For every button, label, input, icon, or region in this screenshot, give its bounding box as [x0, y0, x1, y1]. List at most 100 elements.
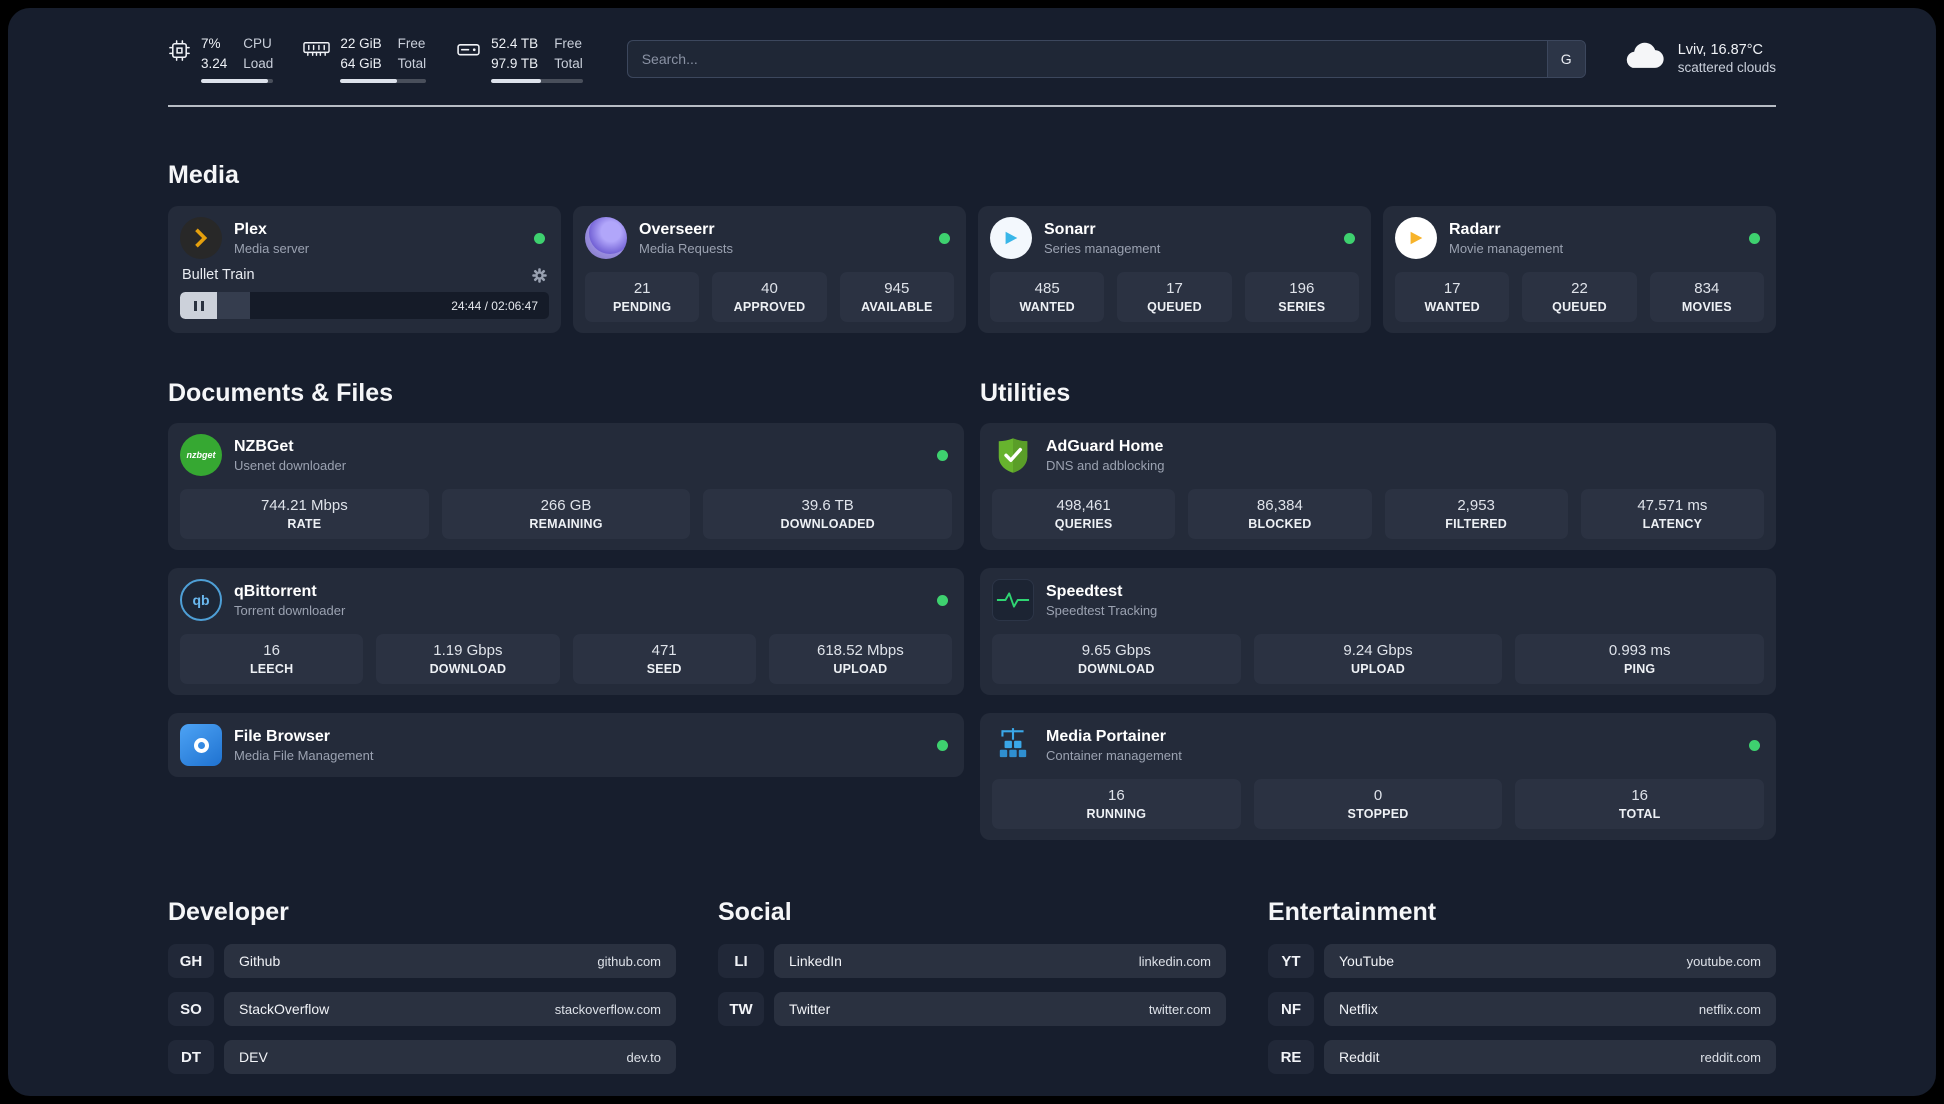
bookmark-bar: Twitter twitter.com: [774, 992, 1226, 1027]
stat-value: 40: [761, 280, 778, 298]
stat-queued: 17 QUEUED: [1117, 272, 1232, 323]
bookmark-bar: StackOverflow stackoverflow.com: [224, 992, 676, 1027]
stats-row: 485 WANTED 17 QUEUED 196 SERIES: [990, 272, 1359, 323]
stat-stopped: 0 STOPPED: [1253, 779, 1503, 830]
bookmark-url: twitter.com: [1148, 1001, 1211, 1017]
bookmark-group-developer: Developer GH Github github.com SO StackO…: [168, 898, 676, 1088]
bookmark-netflix[interactable]: NF Netflix netflix.com: [1268, 992, 1776, 1027]
bookmark-abbr: SO: [168, 992, 214, 1027]
weather-condition: scattered clouds: [1677, 60, 1776, 76]
stat-label: MOVIES: [1681, 300, 1732, 315]
app-texts: Media Portainer Container management: [1046, 728, 1737, 763]
app-card-portainer[interactable]: Media Portainer Container management 16 …: [980, 713, 1776, 841]
stat-label: RATE: [287, 517, 322, 532]
cloud-icon: [1622, 41, 1666, 77]
app-card-qbittorrent[interactable]: qb qBittorrent Torrent downloader 16 LEE…: [168, 568, 964, 696]
app-texts: NZBGet Usenet downloader: [234, 438, 925, 473]
app-card-nzbget[interactable]: nzbget NZBGet Usenet downloader 744.21 M…: [168, 423, 964, 551]
radarr-icon: [1395, 217, 1437, 260]
stats-row: 9.65 Gbps DOWNLOAD 9.24 Gbps UPLOAD 0.99…: [992, 634, 1765, 685]
cpu-label-1: CPU: [243, 36, 272, 51]
bookmark-url: linkedin.com: [1138, 953, 1211, 969]
app-texts: AdGuard Home DNS and adblocking: [1046, 438, 1764, 473]
portainer-icon: [992, 724, 1034, 766]
search-input[interactable]: [627, 40, 1547, 77]
stat-value: 0.993 ms: [1608, 642, 1671, 660]
bookmark-abbr: DT: [168, 1040, 214, 1075]
documents-cards: nzbget NZBGet Usenet downloader 744.21 M…: [168, 423, 964, 778]
bookmark-youtube[interactable]: YT YouTube youtube.com: [1268, 944, 1776, 979]
stat-label: LATENCY: [1642, 517, 1703, 532]
ram-label-1: Free: [397, 36, 426, 51]
stat-label: LEECH: [249, 662, 294, 677]
bookmark-linkedin[interactable]: LI LinkedIn linkedin.com: [718, 944, 1226, 979]
ram-metric-body: 22 GiB Free 64 GiB Total: [340, 34, 427, 84]
player-time: 24:44 / 02:06:47: [451, 298, 538, 313]
bookmark-reddit[interactable]: RE Reddit reddit.com: [1268, 1040, 1776, 1075]
ram-label-2: Total: [397, 55, 427, 71]
stat-remaining: 266 GB REMAINING: [441, 489, 691, 540]
stat-value: 196: [1289, 280, 1315, 298]
bookmark-url: github.com: [597, 953, 661, 969]
ram-metric: 22 GiB Free 64 GiB Total: [303, 34, 427, 84]
cpu-progress-track: [201, 79, 274, 84]
app-name: File Browser: [234, 727, 331, 745]
bookmarks-section: Developer GH Github github.com SO StackO…: [168, 898, 1776, 1088]
app-card-sonarr[interactable]: Sonarr Series management 485 WANTED 17 Q…: [978, 206, 1371, 334]
bookmark-stackoverflow[interactable]: SO StackOverflow stackoverflow.com: [168, 992, 676, 1027]
disk-metric-body: 52.4 TB Free 97.9 TB Total: [491, 34, 583, 84]
stats-row: 16 LEECH 1.19 Gbps DOWNLOAD 471 SEED 618…: [180, 634, 952, 685]
app-subtitle: Media Requests: [639, 240, 733, 256]
stat-label: SERIES: [1278, 300, 1326, 315]
stat-value: 9.65 Gbps: [1081, 642, 1151, 660]
stat-download: 9.65 Gbps DOWNLOAD: [992, 634, 1241, 685]
stat-value: 9.24 Gbps: [1343, 642, 1413, 660]
bookmark-name: StackOverflow: [239, 1001, 330, 1018]
app-name: Radarr: [1449, 220, 1501, 238]
section-title-developer: Developer: [168, 898, 289, 927]
bookmark-abbr: RE: [1268, 1040, 1314, 1075]
stat-label: WANTED: [1424, 300, 1480, 315]
stat-label: WANTED: [1019, 300, 1075, 315]
app-name: Speedtest: [1046, 582, 1123, 600]
card-header: AdGuard Home DNS and adblocking: [992, 434, 1764, 476]
app-card-speedtest[interactable]: Speedtest Speedtest Tracking 9.65 Gbps D…: [980, 568, 1776, 696]
bookmark-rows: YT YouTube youtube.com NF Netflix netfli…: [1268, 944, 1776, 1075]
stat-value: 21: [633, 280, 651, 298]
stat-blocked: 86,384 BLOCKED: [1188, 489, 1372, 540]
pause-button[interactable]: [180, 292, 217, 320]
cpu-load-value: 3.24: [201, 55, 228, 71]
ram-total-value: 64 GiB: [340, 55, 382, 71]
player-progress-bar[interactable]: 24:44 / 02:06:47: [180, 292, 549, 320]
stat-label: QUEUED: [1147, 300, 1202, 315]
app-subtitle: Usenet downloader: [234, 457, 347, 473]
section-title-documents: Documents & Files: [168, 379, 394, 408]
bookmark-github[interactable]: GH Github github.com: [168, 944, 676, 979]
weather-texts: Lviv, 16.87°C scattered clouds: [1678, 42, 1776, 75]
overseerr-icon: [585, 217, 627, 260]
stat-filtered: 2,953 FILTERED: [1384, 489, 1568, 540]
qbittorrent-icon: qb: [180, 579, 222, 622]
stat-label: DOWNLOADED: [780, 517, 875, 532]
search-engine-button[interactable]: G: [1546, 40, 1585, 77]
bookmark-bar: Netflix netflix.com: [1324, 992, 1776, 1027]
app-card-radarr[interactable]: Radarr Movie management 17 WANTED 22 QUE…: [1383, 206, 1776, 334]
app-card-overseerr[interactable]: Overseerr Media Requests 21 PENDING 40 A…: [573, 206, 966, 334]
app-card-filebrowser[interactable]: File Browser Media File Management: [168, 713, 964, 778]
status-dot: [1749, 739, 1760, 751]
stat-downloaded: 39.6 TB DOWNLOADED: [703, 489, 953, 540]
app-card-adguard[interactable]: AdGuard Home DNS and adblocking 498,461 …: [980, 423, 1776, 551]
adguard-icon: [992, 434, 1034, 476]
stat-value: 744.21 Mbps: [260, 497, 348, 515]
bookmark-dev[interactable]: DT DEV dev.to: [168, 1040, 676, 1075]
app-subtitle: Media File Management: [234, 747, 374, 763]
disk-metric: 52.4 TB Free 97.9 TB Total: [456, 34, 583, 84]
app-card-plex[interactable]: Plex Media server Bullet Train 24:44 / 0…: [168, 206, 561, 334]
card-header: Radarr Movie management: [1395, 217, 1764, 260]
stat-rate: 744.21 Mbps RATE: [180, 489, 429, 540]
bookmark-twitter[interactable]: TW Twitter twitter.com: [718, 992, 1226, 1027]
stat-label: DOWNLOAD: [1078, 662, 1155, 677]
disk-progress-fill: [491, 79, 541, 84]
gear-icon[interactable]: [532, 267, 547, 283]
app-texts: qBittorrent Torrent downloader: [234, 583, 925, 618]
